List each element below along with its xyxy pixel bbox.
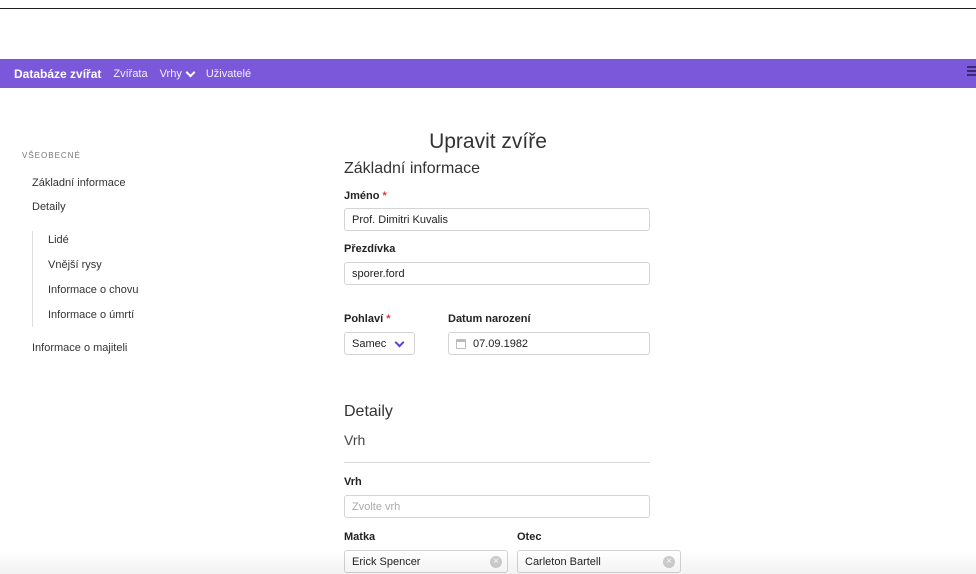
sidebar-item-details[interactable]: Detaily [32, 201, 66, 213]
sex-value: Samec [352, 337, 387, 350]
father-label: Otec [517, 531, 542, 543]
subsection-litter: Vrh [344, 432, 366, 448]
sidebar-item-death-info[interactable]: Informace o úmrtí [48, 309, 134, 321]
father-select[interactable]: Carleton Bartell × [517, 550, 681, 573]
nav-link-litters[interactable]: Vrhy [159, 67, 196, 80]
nickname-input[interactable]: sporer.ford [344, 262, 650, 285]
mother-select[interactable]: Erick Spencer × [344, 550, 508, 573]
birth-date-input[interactable]: 07.09.1982 [448, 332, 650, 355]
father-value: Carleton Bartell [525, 555, 601, 568]
birth-date-value: 07.09.1982 [473, 337, 529, 350]
sidebar-item-appearance[interactable]: Vnější rysy [48, 259, 102, 271]
litter-placeholder: Zvolte vrh [352, 500, 401, 513]
section-basic-info: Základní informace [344, 160, 481, 177]
clear-icon[interactable]: × [663, 556, 675, 568]
name-label-text: Jméno [344, 190, 380, 202]
mother-value: Erick Spencer [352, 555, 421, 568]
navbar: Databáze zvířat Zvířata Vrhy Uživatelé [0, 59, 976, 88]
name-label: Jméno * [344, 190, 387, 202]
page-title: Upravit zvíře [429, 130, 547, 153]
nickname-label: Přezdívka [344, 243, 396, 255]
hamburger-menu-icon[interactable] [967, 66, 976, 78]
top-divider [0, 8, 976, 9]
sidebar-item-breeding-info[interactable]: Informace o chovu [48, 284, 139, 296]
sex-select[interactable]: Samec [344, 332, 415, 355]
sex-label-text: Pohlaví [344, 313, 384, 325]
birth-date-label: Datum narození [448, 313, 531, 325]
chevron-down-icon [394, 337, 405, 347]
sidebar-item-people[interactable]: Lidé [48, 234, 69, 246]
calendar-icon [456, 338, 466, 349]
sex-label: Pohlaví * [344, 313, 390, 325]
sidebar-subnav-line [32, 231, 33, 327]
litter-label: Vrh [344, 476, 362, 488]
nav-link-users[interactable]: Uživatelé [206, 68, 251, 80]
clear-icon[interactable]: × [490, 556, 502, 568]
required-mark: * [382, 190, 387, 202]
litter-select[interactable]: Zvolte vrh [344, 495, 650, 518]
required-mark: * [386, 313, 391, 325]
nav-link-label: Vrhy [159, 67, 182, 80]
chevron-down-icon [185, 67, 196, 77]
section-details: Detaily [344, 403, 393, 420]
name-input[interactable]: Prof. Dimitri Kuvalis [344, 208, 650, 231]
nickname-value: sporer.ford [352, 267, 405, 280]
sidebar-item-owner-info[interactable]: Informace o majiteli [32, 342, 127, 354]
brand-link[interactable]: Databáze zvířat [14, 67, 101, 81]
section-divider [344, 462, 650, 463]
nav-link-animals[interactable]: Zvířata [113, 68, 147, 80]
mother-label: Matka [344, 531, 376, 543]
sidebar-item-basic-info[interactable]: Základní informace [32, 177, 126, 189]
name-value: Prof. Dimitri Kuvalis [352, 213, 448, 226]
